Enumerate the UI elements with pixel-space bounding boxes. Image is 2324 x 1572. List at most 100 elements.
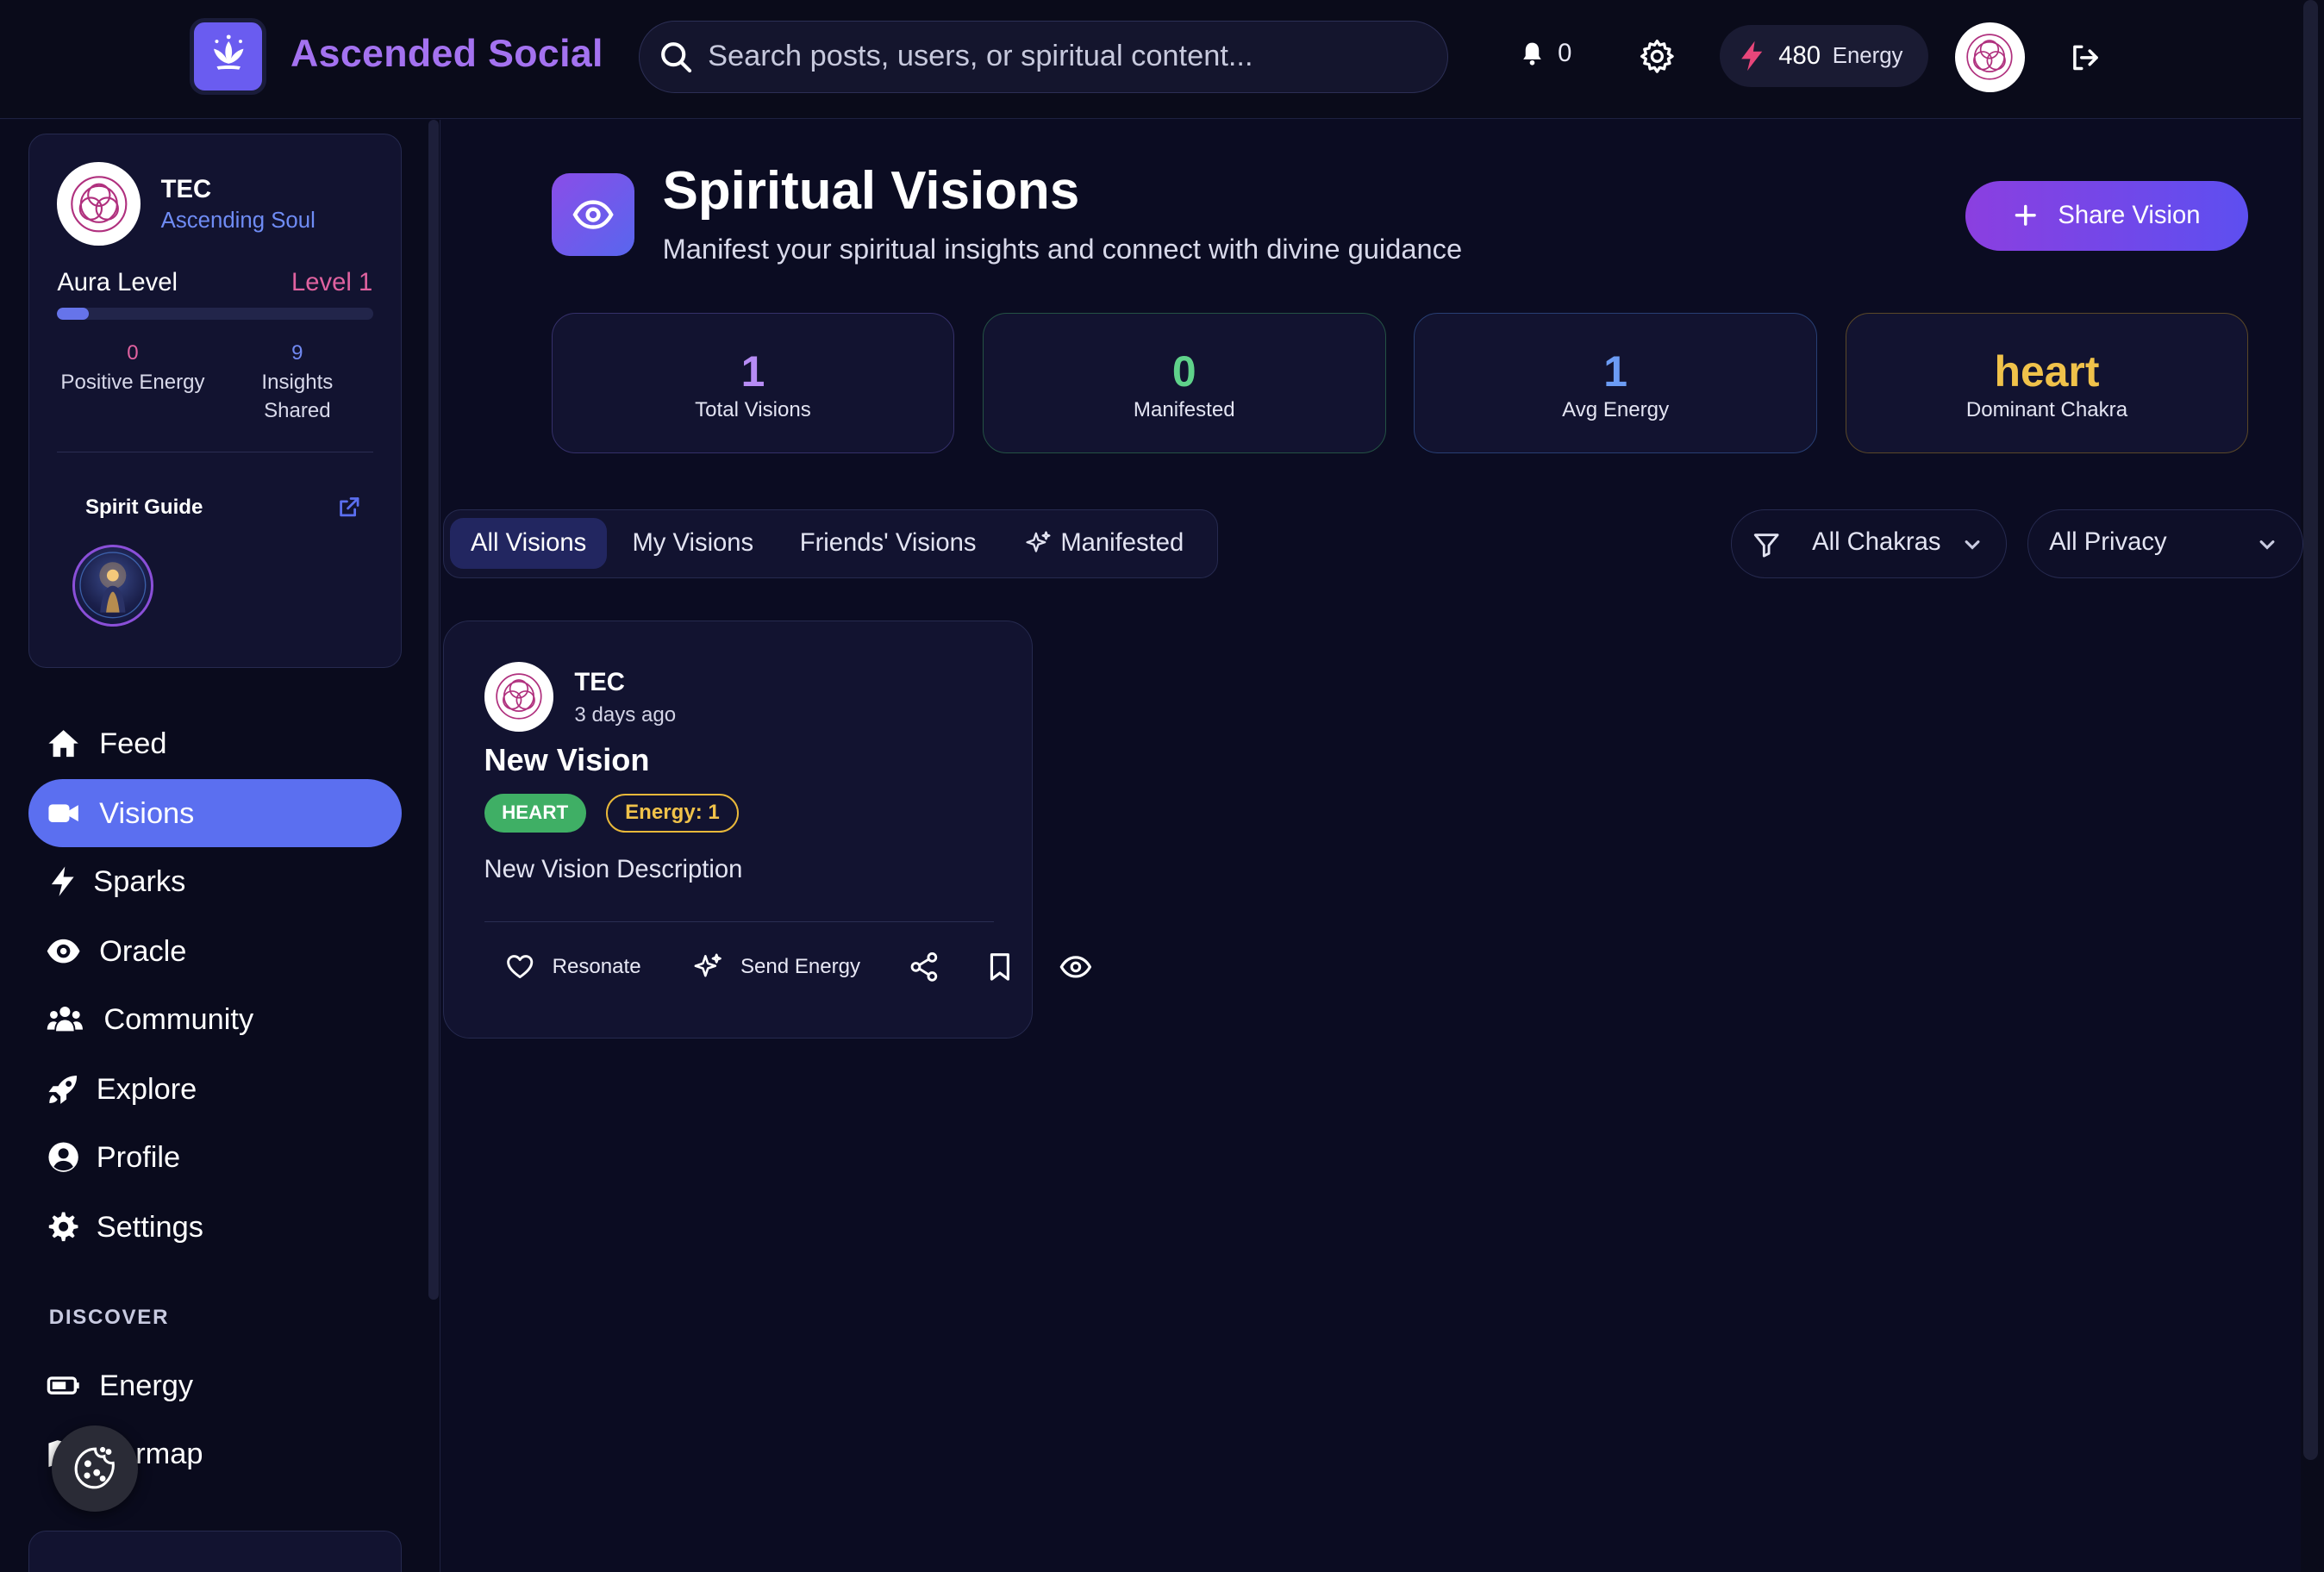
bell-icon [1523,43,1542,66]
external-link-icon[interactable] [337,496,361,520]
stat-label: Total Visions [695,397,811,421]
insights-shared-label-line1: Insights [261,370,334,394]
chakra-filter-dropdown[interactable]: All Chakras [1731,509,2008,578]
energy-badge: Energy: 1 [605,793,740,833]
spirit-guide-figure-icon [78,552,146,619]
gear-icon [49,1212,78,1242]
profile-name: TEC [160,175,212,203]
tab-my-visions[interactable]: My Visions [611,518,774,568]
vision-tabs: All Visions My Visions Friends' Visions … [443,509,1219,578]
users-icon [47,1007,84,1032]
author-avatar[interactable] [484,661,554,732]
send-energy-label: Send Energy [740,955,861,979]
sidebar-scrollbar[interactable] [428,120,439,1300]
sidebar-item-feed[interactable]: Feed [28,710,402,778]
bookmark-icon[interactable] [984,951,1016,983]
stat-label: Dominant Chakra [1965,397,2128,421]
chakra-filter-value: All Chakras [1812,528,1941,557]
gear-icon[interactable] [1638,37,1677,76]
chakra-badge: HEART [484,793,586,833]
sidebar-item-label: Feed [99,727,167,761]
post-description: New Vision Description [484,856,743,884]
page-subtitle: Manifest your spiritual insights and con… [662,232,1463,265]
sidebar-item-energy[interactable]: Energy [28,1351,402,1419]
insights-shared-value: 9 [291,341,303,365]
page-scrollbar-thumb[interactable] [2302,0,2319,1460]
tab-all-visions[interactable]: All Visions [449,518,608,569]
spirit-guide-label: Spirit Guide [84,496,203,520]
eye-icon[interactable] [1059,951,1092,983]
discover-section-label: DISCOVER [48,1305,170,1329]
tab-label: Friends' Visions [799,528,977,557]
filter-icon [1753,533,1779,558]
share-icon[interactable] [908,951,940,983]
sidebar-item-explore[interactable]: Explore [28,1055,402,1123]
tab-label: All Visions [471,528,587,557]
battery-icon [47,1376,79,1394]
sidebar-item-community[interactable]: Community [28,985,402,1053]
stat-value: 0 [1171,346,1196,396]
tab-manifested[interactable]: Manifested [1004,518,1204,568]
lotus-logo-icon[interactable] [190,17,267,96]
positive-energy-label: Positive Energy [60,370,205,394]
sidebar-item-label: Oracle [99,934,187,968]
logout-icon[interactable] [2068,41,2101,74]
send-energy-button[interactable]: Send Energy [693,949,860,984]
search-bar[interactable] [639,21,1448,94]
stat-value: heart [1994,346,2100,396]
spirit-guide-avatar[interactable] [72,545,154,627]
aura-progress-fill [57,307,89,320]
sidebar-item-oracle[interactable]: Oracle [28,917,402,985]
sidebar-item-visions[interactable]: Visions [28,779,402,848]
resonate-button[interactable]: Resonate [505,949,641,984]
chevron-down-icon [1965,540,1980,550]
profile-avatar[interactable] [57,162,141,246]
user-circle-icon [48,1142,79,1173]
user-avatar[interactable] [1954,22,2025,92]
stat-label: Manifested [1133,397,1235,421]
energy-label: Energy [1832,43,1903,68]
post-author[interactable]: TEC [574,669,624,697]
cookie-icon [74,1447,115,1489]
sidebar-item-label: Explore [96,1072,197,1106]
heart-icon [506,954,533,978]
energy-balance[interactable]: 480 Energy [1719,25,1928,88]
top-header: Ascended Social 0 480 Energy [0,0,2301,119]
page-scrollbar[interactable] [2300,0,2324,1572]
tab-friends-visions[interactable]: Friends' Visions [779,518,997,568]
post-title: New Vision [484,741,650,777]
vision-card[interactable]: TEC 3 days ago New Vision HEART Energy: … [443,621,1091,1039]
share-vision-label: Share Vision [2058,201,2201,229]
sparkles-icon [694,953,722,977]
sacred-geometry-avatar-icon [1966,34,2013,80]
aura-progress-bar [57,307,373,320]
bolt-icon [1741,41,1763,72]
cookie-settings-button[interactable] [52,1425,138,1512]
sidebar-item-label: Settings [96,1210,203,1244]
privacy-filter-dropdown[interactable]: All Privacy [2027,509,2303,578]
sidebar-item-settings[interactable]: Settings [28,1193,402,1261]
sparkles-icon [1026,531,1051,552]
stat-card-avg-energy: 1 Avg Energy [1414,312,1817,454]
home-icon [48,730,79,758]
stat-card-manifested: 0 Manifested [982,312,1386,454]
insights-shared-label-line2: Shared [264,398,331,422]
sidebar-item-label: Visions [99,797,195,831]
stat-card-total-visions: 1 Total Visions [551,312,955,454]
profile-card: TEC Ascending Soul Aura Level Level 1 0 … [28,133,402,669]
search-input[interactable] [708,22,1420,91]
sidebar-item-label: Profile [96,1140,181,1174]
sidebar-item-sparks[interactable]: Sparks [28,847,402,915]
sidebar-item-label: Sparks [93,865,186,899]
notifications-button[interactable]: 0 [1519,40,1571,68]
eye-icon [551,173,634,257]
insights-shared-stat: 9 Insights Shared [252,341,344,425]
rocket-icon [48,1076,78,1104]
share-vision-button[interactable]: Share Vision [1965,180,2249,251]
sidebar-item-profile[interactable]: Profile [28,1123,402,1191]
stat-value: 1 [1603,346,1627,396]
bolt-icon [52,866,74,897]
aura-level-value: Level 1 [291,269,373,297]
brand-name[interactable]: Ascended Social [290,33,603,76]
sacred-geometry-avatar-icon [70,175,128,233]
